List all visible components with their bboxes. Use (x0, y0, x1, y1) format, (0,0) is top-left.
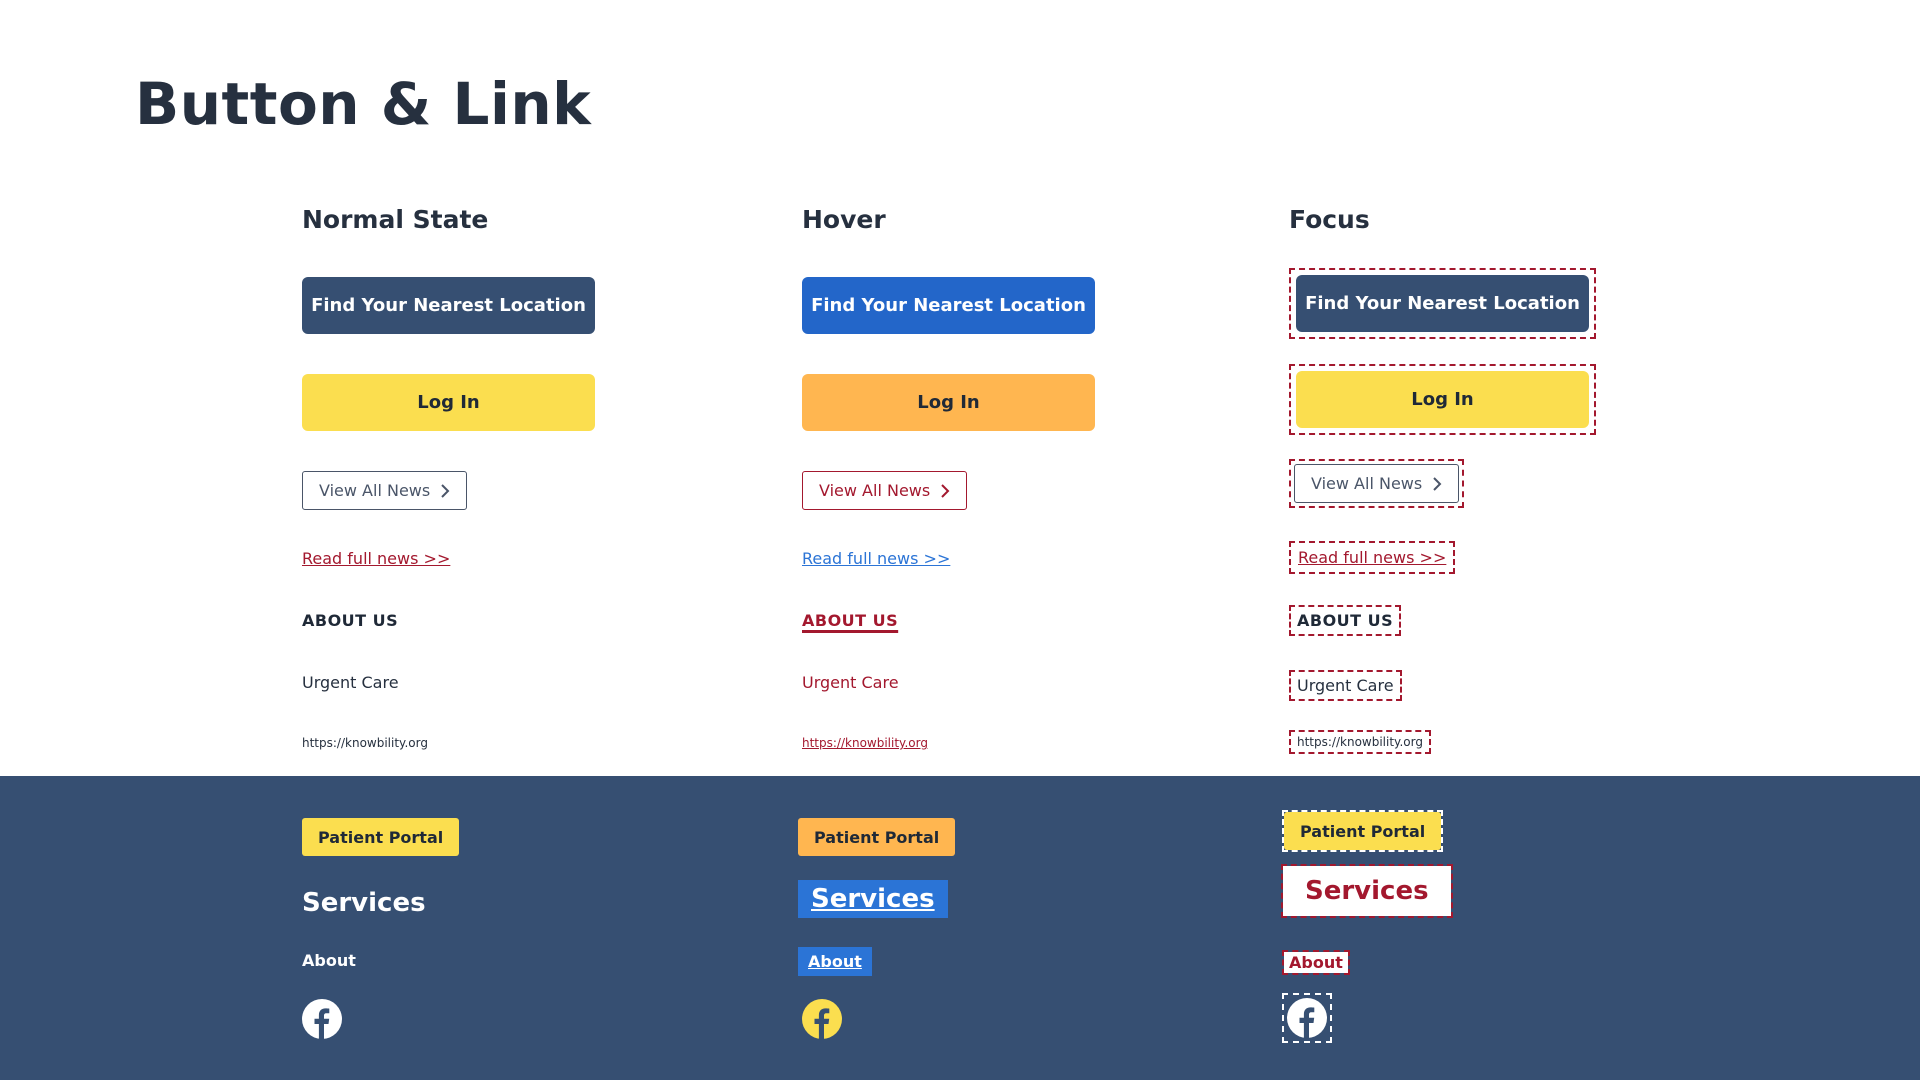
url-link-normal[interactable]: https://knowbility.org (302, 736, 428, 750)
column-heading-normal: Normal State (302, 205, 489, 234)
view-news-focus-ring: View All News (1289, 459, 1465, 508)
about-us-link-normal[interactable]: ABOUT US (302, 611, 398, 630)
read-news-link-hover[interactable]: Read full news >> (802, 549, 950, 568)
urgent-care-link-hover[interactable]: Urgent Care (802, 673, 899, 692)
services-link-focus[interactable]: Services (1283, 866, 1451, 916)
services-link-normal[interactable]: Services (302, 888, 426, 918)
services-link-hover[interactable]: Services (798, 880, 948, 918)
patient-portal-button-focus[interactable]: Patient Portal (1284, 812, 1442, 850)
patient-portal-focus-ring: Patient Portal (1282, 810, 1444, 852)
patient-portal-button-hover[interactable]: Patient Portal (798, 818, 956, 856)
urgent-care-focus-ring: Urgent Care (1289, 670, 1402, 701)
login-button-focus[interactable]: Log In (1296, 371, 1589, 428)
facebook-focus-ring (1282, 993, 1332, 1043)
services-focus-ring: Services (1281, 864, 1453, 918)
url-link-hover[interactable]: https://knowbility.org (802, 736, 928, 750)
about-focus-ring: About (1282, 950, 1350, 975)
login-focus-ring: Log In (1289, 364, 1596, 435)
login-button-hover[interactable]: Log In (802, 374, 1095, 431)
read-news-focus-ring: Read full news >> (1289, 541, 1456, 574)
facebook-icon-focus[interactable] (1287, 998, 1327, 1038)
about-link-focus[interactable]: About (1284, 952, 1348, 973)
login-button-normal[interactable]: Log In (302, 374, 595, 431)
about-us-link-hover[interactable]: ABOUT US (802, 611, 898, 630)
facebook-icon[interactable] (302, 999, 342, 1039)
page-title: Button & Link (135, 70, 592, 138)
view-news-label: View All News (819, 481, 931, 500)
column-heading-focus: Focus (1289, 205, 1370, 234)
patient-portal-button-normal[interactable]: Patient Portal (302, 818, 460, 856)
find-location-button-normal[interactable]: Find Your Nearest Location (302, 277, 595, 334)
find-location-focus-ring: Find Your Nearest Location (1289, 268, 1596, 339)
urgent-care-link-normal[interactable]: Urgent Care (302, 673, 399, 692)
about-us-focus-ring: ABOUT US (1289, 605, 1402, 636)
facebook-icon-hover[interactable] (802, 999, 842, 1039)
read-news-link-focus[interactable]: Read full news >> (1298, 548, 1446, 567)
view-news-label: View All News (1311, 474, 1423, 493)
chevron-right-icon (1433, 476, 1442, 491)
column-heading-hover: Hover (802, 205, 886, 234)
chevron-right-icon (941, 483, 950, 498)
about-link-normal[interactable]: About (302, 951, 356, 970)
url-focus-ring: https://knowbility.org (1289, 730, 1431, 754)
view-news-button-hover[interactable]: View All News (802, 471, 968, 510)
footer-band (0, 776, 1920, 1080)
chevron-right-icon (441, 483, 450, 498)
find-location-button-hover[interactable]: Find Your Nearest Location (802, 277, 1095, 334)
about-us-link-focus[interactable]: ABOUT US (1297, 611, 1393, 630)
about-link-hover[interactable]: About (798, 947, 872, 976)
find-location-button-focus[interactable]: Find Your Nearest Location (1296, 275, 1589, 332)
view-news-button-normal[interactable]: View All News (302, 471, 468, 510)
urgent-care-link-focus[interactable]: Urgent Care (1297, 676, 1394, 695)
read-news-link-normal[interactable]: Read full news >> (302, 549, 450, 568)
view-news-button-focus[interactable]: View All News (1294, 464, 1460, 503)
view-news-label: View All News (319, 481, 431, 500)
url-link-focus[interactable]: https://knowbility.org (1297, 735, 1423, 749)
